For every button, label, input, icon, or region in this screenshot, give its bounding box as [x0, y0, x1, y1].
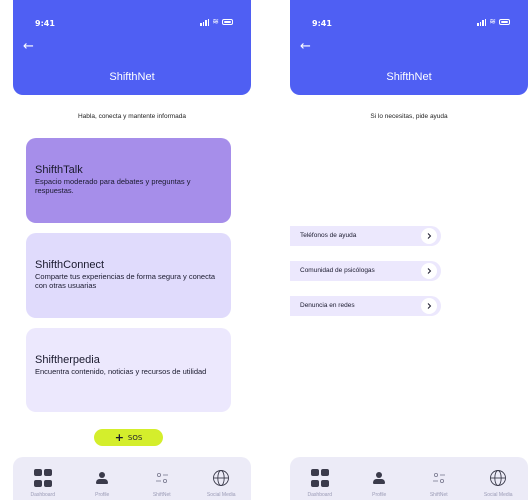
nav-social-media[interactable]: Social Media: [469, 457, 528, 500]
help-item-label: Denuncia en redes: [300, 302, 355, 309]
battery-icon: [499, 19, 510, 25]
nav-profile[interactable]: Profile: [73, 457, 133, 500]
wifi-icon: ≋: [489, 17, 496, 26]
status-icons: ≋: [477, 18, 510, 26]
signal-icon: [200, 18, 210, 26]
nav-label: Social Media: [483, 492, 513, 498]
nav-dashboard[interactable]: Dashboard: [13, 457, 73, 500]
sliders-icon: [432, 468, 446, 488]
header: 9:41 ≋ ← ShifthNet: [290, 0, 528, 95]
nav-label: Dashboard: [307, 492, 332, 498]
bottom-nav: Dashboard Profile ShiftNet Social Media: [13, 457, 251, 500]
bottom-nav: Dashboard Profile ShiftNet Social Media: [290, 457, 528, 500]
shifthtalk-card[interactable]: ShifthTalk Espacio moderado para debates…: [26, 138, 231, 223]
nav-label: Dashboard: [30, 492, 55, 498]
shifthnet-screen: 9:41 ≋ ← ShifthNet Habla, conecta y mant…: [13, 0, 251, 500]
back-arrow-icon[interactable]: ←: [300, 40, 311, 53]
dashboard-grid-icon: [33, 468, 52, 488]
nav-social-media[interactable]: Social Media: [192, 457, 252, 500]
card-description: Encuentra contenido, noticias y recursos…: [35, 367, 207, 376]
nav-label: Profile: [372, 492, 387, 498]
nav-shiftnet[interactable]: ShiftNet: [409, 457, 469, 500]
page-subtitle: Si lo necesitas, pide ayuda: [370, 113, 448, 120]
signal-icon: [477, 18, 487, 26]
shiftherpedia-card[interactable]: Shiftherpedia Encuentra contenido, notic…: [26, 328, 231, 412]
status-icons: ≋: [200, 18, 233, 26]
header: 9:41 ≋ ← ShifthNet: [13, 0, 251, 95]
help-screen: 9:41 ≋ ← ShifthNet Si lo necesitas, pide…: [290, 0, 528, 500]
card-description: Espacio moderado para debates y pregunta…: [35, 177, 191, 195]
chevron-right-icon: [421, 263, 437, 279]
page-subtitle: Habla, conecta y mantente informada: [77, 113, 187, 120]
wifi-icon: ≋: [212, 17, 219, 26]
back-arrow-icon[interactable]: ←: [23, 40, 34, 53]
nav-profile[interactable]: Profile: [350, 457, 410, 500]
plus-icon: +: [114, 431, 124, 444]
dashboard-grid-icon: [310, 468, 329, 488]
card-title: ShifthTalk: [35, 164, 83, 176]
sos-button[interactable]: + SOS: [94, 429, 163, 446]
card-title: Shiftherpedia: [35, 354, 100, 366]
sos-label: SOS: [127, 433, 143, 442]
help-item-psychologists[interactable]: Comunidad de psicólogas: [290, 261, 441, 281]
globe-icon: [212, 468, 230, 488]
nav-label: Profile: [95, 492, 110, 498]
card-description: Comparte tus experiencias de forma segur…: [35, 272, 216, 290]
status-time: 9:41: [312, 19, 332, 28]
nav-label: ShiftNet: [152, 492, 171, 498]
nav-dashboard[interactable]: Dashboard: [290, 457, 350, 500]
chevron-right-icon: [421, 298, 437, 314]
status-time: 9:41: [35, 19, 55, 28]
sliders-icon: [155, 468, 169, 488]
nav-shiftnet[interactable]: ShiftNet: [132, 457, 192, 500]
page-title: ShifthNet: [386, 71, 432, 83]
profile-icon: [96, 468, 109, 488]
chevron-right-icon: [421, 228, 437, 244]
nav-label: ShiftNet: [429, 492, 448, 498]
help-item-label: Teléfonos de ayuda: [300, 232, 357, 239]
help-item-report[interactable]: Denuncia en redes: [290, 296, 441, 316]
card-title: ShifthConnect: [35, 259, 105, 271]
battery-icon: [222, 19, 233, 25]
globe-icon: [489, 468, 507, 488]
page-title: ShifthNet: [109, 71, 155, 83]
profile-icon: [373, 468, 386, 488]
nav-label: Social Media: [206, 492, 236, 498]
shifthconnect-card[interactable]: ShifthConnect Comparte tus experiencias …: [26, 233, 231, 318]
help-item-phones[interactable]: Teléfonos de ayuda: [290, 226, 441, 246]
help-item-label: Comunidad de psicólogas: [300, 267, 375, 274]
